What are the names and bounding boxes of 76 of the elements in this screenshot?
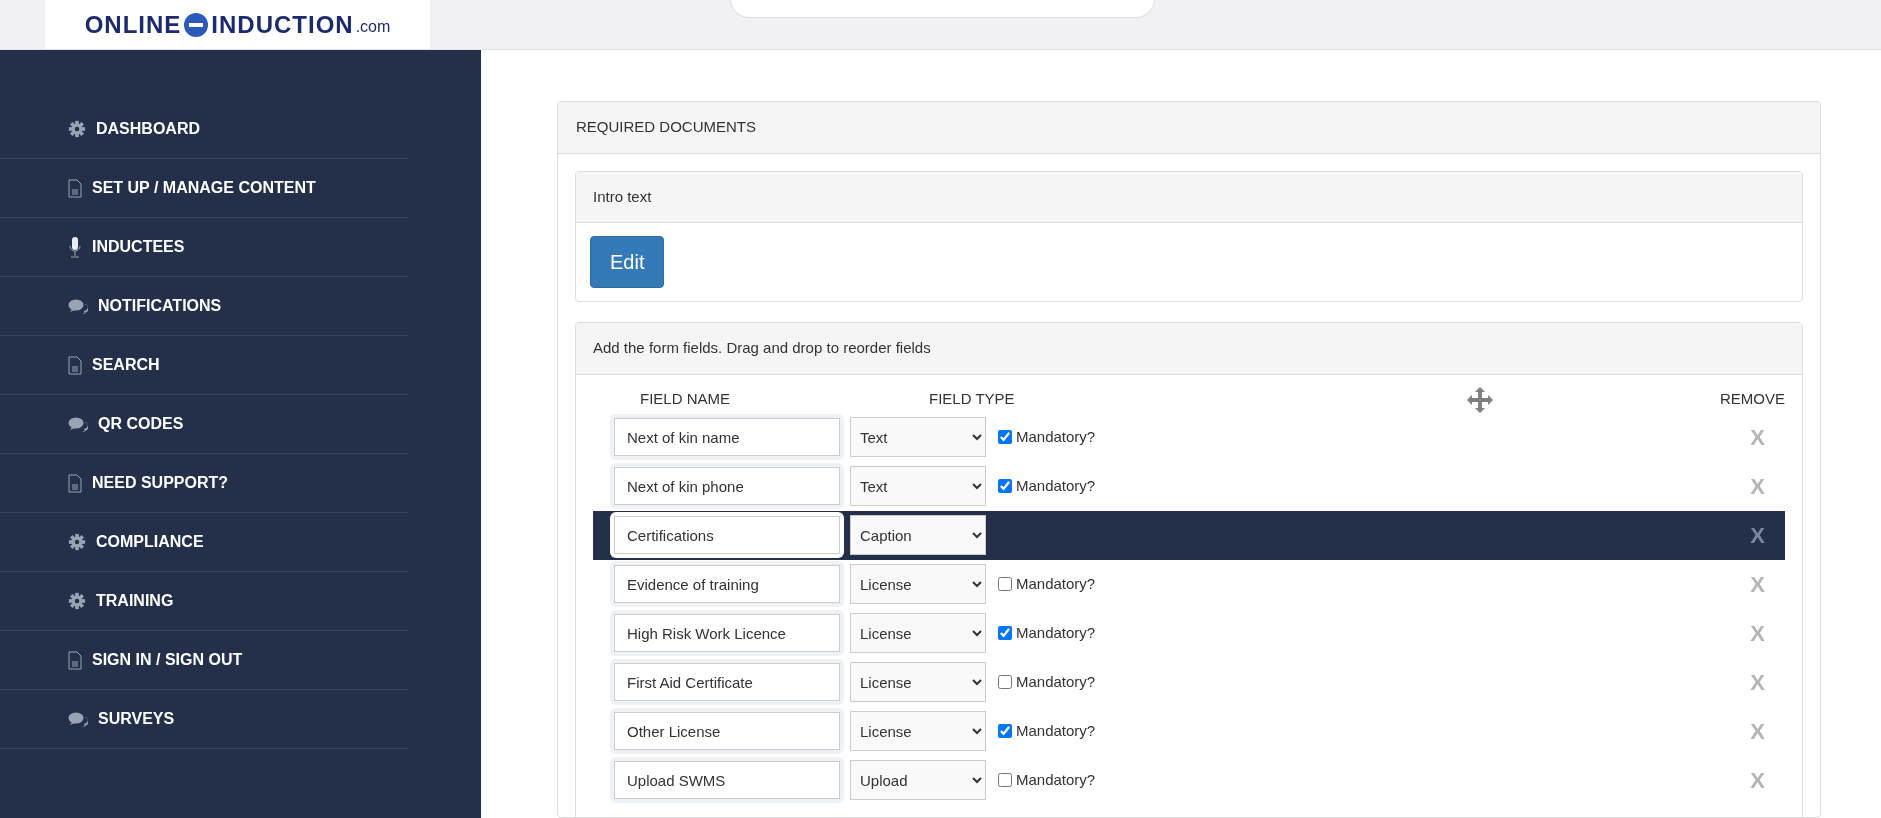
mandatory-label: Mandatory? (1016, 426, 1096, 447)
mandatory-checkbox[interactable] (998, 626, 1012, 640)
sidebar-item[interactable]: SURVEYS (0, 690, 408, 749)
gear-icon (68, 533, 86, 551)
sidebar-label: NEED SUPPORT? (92, 473, 228, 493)
gear-icon (68, 120, 86, 138)
document-icon (68, 355, 82, 375)
document-icon (68, 178, 82, 198)
sidebar-item[interactable]: NEED SUPPORT? (0, 454, 408, 513)
field-type-select[interactable]: Upload (850, 760, 986, 800)
mandatory-label: Mandatory? (1016, 671, 1096, 692)
sidebar-label: TRAINING (96, 591, 174, 611)
sidebar-label: NOTIFICATIONS (98, 296, 222, 316)
mandatory-label: Mandatory? (1016, 475, 1096, 496)
field-type-select[interactable]: Text (850, 417, 986, 457)
logo-text: .com (355, 17, 391, 37)
sidebar-label: DASHBOARD (96, 119, 200, 139)
sidebar-label: SET UP / MANAGE CONTENT (92, 178, 316, 198)
field-name-input[interactable]: Next of kin name (614, 418, 840, 456)
mandatory-label: Mandatory? (1016, 769, 1096, 790)
sidebar-item[interactable]: QR CODES (0, 395, 408, 454)
field-type-select[interactable]: License (850, 564, 986, 604)
document-icon (68, 650, 82, 670)
sidebar-item[interactable]: COMPLIANCE (0, 513, 408, 572)
panel-title: REQUIRED DOCUMENTS (558, 102, 1820, 154)
column-header: FIELD NAME (640, 389, 730, 410)
mandatory-checkbox[interactable] (998, 430, 1012, 444)
logo-icon (183, 11, 210, 38)
gear-icon (68, 592, 86, 610)
microphone-icon (68, 236, 82, 258)
field-name-input[interactable]: Certifications (614, 516, 840, 554)
field-name-input[interactable]: High Risk Work Licence (614, 614, 840, 652)
sidebar-item[interactable]: SET UP / MANAGE CONTENT (0, 159, 408, 218)
sidebar-label: INDUCTEES (92, 237, 185, 257)
mandatory-checkbox[interactable] (998, 724, 1012, 738)
sidebar-label: QR CODES (98, 414, 184, 434)
sidebar-item[interactable]: NOTIFICATIONS (0, 277, 408, 336)
mandatory-label: Mandatory? (1016, 573, 1096, 594)
mandatory-label: Mandatory? (1016, 622, 1096, 643)
sidebar-item[interactable]: DASHBOARD (0, 100, 408, 159)
field-type-select[interactable]: Text (850, 466, 986, 506)
column-header: FIELD TYPE (929, 389, 1015, 410)
mandatory-checkbox[interactable] (998, 675, 1012, 689)
sidebar-item[interactable]: SIGN IN / SIGN OUT (0, 631, 408, 690)
mandatory-checkbox[interactable] (998, 773, 1012, 787)
edit-button[interactable]: Edit (590, 236, 665, 288)
mandatory-checkbox[interactable] (998, 479, 1012, 493)
field-name-input[interactable]: First Aid Certificate (614, 663, 840, 701)
logo-text: INDUCTION (211, 9, 354, 40)
sidebar-item[interactable]: INDUCTEES (0, 218, 408, 277)
field-type-select[interactable]: Caption (850, 515, 986, 555)
move-icon[interactable] (1465, 385, 1494, 414)
speech-bubble-icon (68, 416, 88, 432)
sidebar-item[interactable]: TRAINING (0, 572, 408, 631)
mandatory-checkbox[interactable] (998, 577, 1012, 591)
field-name-input[interactable]: Upload SWMS (614, 761, 840, 799)
card-title: Add the form fields. Drag and drop to reorder fields (576, 323, 1802, 375)
column-header: REMOVE (1720, 389, 1785, 410)
field-name-input[interactable]: Evidence of training (614, 565, 840, 603)
remove-button[interactable]: X (1750, 518, 1765, 552)
field-name-input[interactable]: Other License (614, 712, 840, 750)
field-name-input[interactable]: Next of kin phone (614, 467, 840, 505)
sidebar-label: COMPLIANCE (96, 532, 204, 552)
sidebar-item[interactable]: SEARCH (0, 336, 408, 395)
speech-bubble-icon (68, 298, 88, 314)
sidebar-label: SIGN IN / SIGN OUT (92, 650, 243, 670)
mandatory-label: Mandatory? (1016, 720, 1096, 741)
field-type-select[interactable]: License (850, 613, 986, 653)
logo-text: ONLINE (84, 9, 182, 40)
field-type-select[interactable]: License (850, 711, 986, 751)
document-icon (68, 473, 82, 493)
field-type-select[interactable]: License (850, 662, 986, 702)
speech-bubble-icon (68, 711, 88, 727)
sidebar-label: SURVEYS (98, 709, 175, 729)
sidebar-label: SEARCH (92, 355, 160, 375)
card-title: Intro text (576, 171, 1802, 223)
